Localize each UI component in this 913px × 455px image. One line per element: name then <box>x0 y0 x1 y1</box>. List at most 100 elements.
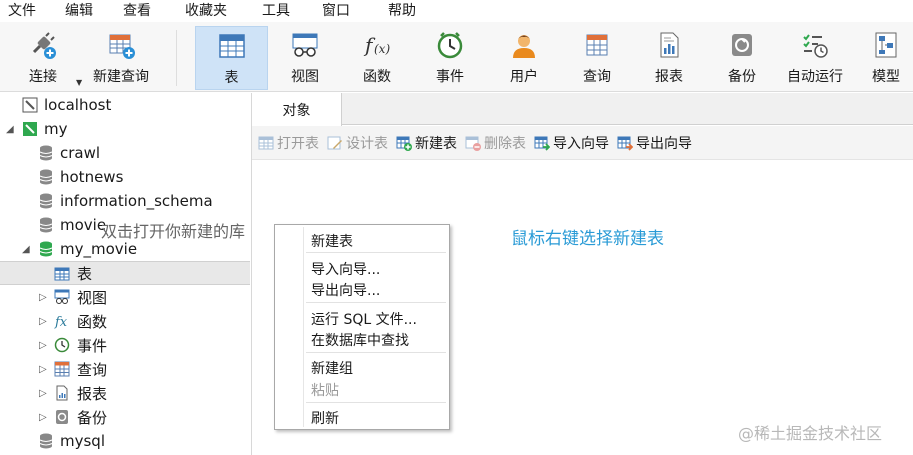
import-wizard-button[interactable]: 导入向导 <box>534 133 609 153</box>
open-table-label: 打开表 <box>277 135 319 152</box>
event-tool-button[interactable]: 事件 <box>414 26 486 90</box>
ctx-find-in-database[interactable]: 在数据库中查找 <box>311 330 409 350</box>
design-table-icon <box>327 135 343 151</box>
open-table-button[interactable]: 打开表 <box>258 133 319 153</box>
table-icon <box>217 31 247 61</box>
connect-dropdown-icon[interactable]: ▼ <box>76 78 82 87</box>
new-query-button[interactable]: 新建查询 <box>88 26 154 90</box>
design-table-label: 设计表 <box>346 135 388 152</box>
tree-item-label: mysql <box>60 432 105 450</box>
expanded-caret-icon[interactable]: ◢ <box>6 124 14 135</box>
tree-item-mysql[interactable]: mysql <box>0 429 250 453</box>
collapsed-caret-icon[interactable]: ▷ <box>39 340 47 351</box>
database-icon <box>39 433 53 449</box>
model-icon <box>871 30 901 60</box>
user-tool-button[interactable]: 用户 <box>488 26 560 90</box>
ctx-import-wizard[interactable]: 导入向导... <box>311 259 380 279</box>
new-table-icon <box>396 135 412 151</box>
database-icon <box>39 169 53 185</box>
menu-help[interactable]: 帮助 <box>388 0 416 22</box>
backup-tool-label: 备份 <box>728 69 756 85</box>
function-tool-button[interactable]: f (x) 函数 <box>342 26 412 90</box>
ctx-new-table[interactable]: 新建表 <box>311 231 353 251</box>
double-click-hint: 双击打开你新建的库 <box>101 222 246 241</box>
export-wizard-button[interactable]: 导出向导 <box>617 133 692 153</box>
tree-item-events[interactable]: ▷ 事件 <box>0 333 250 357</box>
view-icon <box>290 30 320 60</box>
tab-objects[interactable]: 对象 <box>252 93 342 126</box>
query-icon <box>54 361 70 377</box>
ctx-refresh[interactable]: 刷新 <box>311 408 339 428</box>
main-toolbar: 连接 ▼ 新建查询 表 视图 f (x) 函数 事件 用户 查询 报表 备份 自… <box>0 22 913 92</box>
clock-icon <box>435 30 465 60</box>
view-icon <box>54 289 70 304</box>
connect-label: 连接 <box>29 69 57 85</box>
tree-item-label: hotnews <box>60 168 124 186</box>
ctx-export-wizard[interactable]: 导出向导... <box>311 280 380 300</box>
collapsed-caret-icon[interactable]: ▷ <box>39 316 47 327</box>
collapsed-caret-icon[interactable]: ▷ <box>39 292 47 303</box>
tree-item-label: movie <box>60 216 107 234</box>
ctx-paste[interactable]: 粘贴 <box>311 380 339 400</box>
connection-online-icon <box>23 122 37 136</box>
tree-item-views[interactable]: ▷ 视图 <box>0 285 250 309</box>
menu-file[interactable]: 文件 <box>8 0 36 22</box>
tree-item-my[interactable]: ◢ my <box>0 117 250 141</box>
menu-favorites[interactable]: 收藏夹 <box>185 0 227 22</box>
collapsed-caret-icon[interactable]: ▷ <box>39 412 47 423</box>
automation-tool-button[interactable]: 自动运行 <box>780 26 850 90</box>
model-tool-button[interactable]: 模型 <box>856 26 913 90</box>
table-tool-button[interactable]: 表 <box>195 26 268 90</box>
delete-table-button[interactable]: 删除表 <box>465 133 526 153</box>
query-tool-button[interactable]: 查询 <box>562 26 632 90</box>
navigation-tree: localhost ◢ my crawl hotnews information… <box>0 93 252 455</box>
ctx-run-sql-file[interactable]: 运行 SQL 文件... <box>311 309 417 329</box>
tree-item-reports[interactable]: ▷ 报表 <box>0 381 250 405</box>
tree-item-hotnews[interactable]: hotnews <box>0 165 250 189</box>
backup-icon <box>727 30 757 60</box>
database-open-icon <box>39 241 53 257</box>
export-wizard-label: 导出向导 <box>636 135 692 152</box>
tree-item-functions[interactable]: ▷ fx 函数 <box>0 309 250 333</box>
new-table-button[interactable]: 新建表 <box>396 133 457 153</box>
ctx-new-group[interactable]: 新建组 <box>311 358 353 378</box>
object-toolbar: 打开表 设计表 新建表 删除表 导入向导 导出向导 <box>252 126 913 160</box>
backup-tool-button[interactable]: 备份 <box>706 26 778 90</box>
menu-window[interactable]: 窗口 <box>322 0 350 22</box>
user-icon <box>509 30 539 60</box>
tree-item-crawl[interactable]: crawl <box>0 141 250 165</box>
plug-icon <box>28 30 58 60</box>
ctx-separator <box>306 402 446 403</box>
view-tool-button[interactable]: 视图 <box>270 26 340 90</box>
collapsed-caret-icon[interactable]: ▷ <box>39 364 47 375</box>
tree-item-label: 表 <box>77 264 93 283</box>
import-wizard-label: 导入向导 <box>553 135 609 152</box>
new-query-icon <box>106 30 136 60</box>
menu-tools[interactable]: 工具 <box>262 0 290 22</box>
tree-item-label: 函数 <box>77 312 108 331</box>
expanded-caret-icon[interactable]: ◢ <box>22 244 30 255</box>
delete-table-label: 删除表 <box>484 135 526 152</box>
delete-table-icon <box>465 135 481 151</box>
collapsed-caret-icon[interactable]: ▷ <box>39 388 47 399</box>
tree-item-queries[interactable]: ▷ 查询 <box>0 357 250 381</box>
event-tool-label: 事件 <box>436 69 464 85</box>
tree-item-tables[interactable]: 表 <box>0 261 250 285</box>
function-tool-label: 函数 <box>363 69 391 85</box>
backup-icon <box>56 410 68 424</box>
report-tool-button[interactable]: 报表 <box>634 26 704 90</box>
connect-button[interactable]: 连接 <box>14 26 72 90</box>
view-tool-label: 视图 <box>291 69 319 85</box>
svg-text:(x): (x) <box>374 42 390 56</box>
tree-item-localhost[interactable]: localhost <box>0 93 250 117</box>
automation-tool-label: 自动运行 <box>787 69 843 85</box>
menu-view[interactable]: 查看 <box>123 0 151 22</box>
menu-edit[interactable]: 编辑 <box>65 0 93 22</box>
context-menu-gutter <box>303 227 304 427</box>
ctx-separator <box>306 302 446 303</box>
tree-item-information-schema[interactable]: information_schema <box>0 189 250 213</box>
tree-item-label: 备份 <box>77 408 108 427</box>
ctx-separator <box>306 352 446 353</box>
design-table-button[interactable]: 设计表 <box>327 133 388 153</box>
tree-item-backups[interactable]: ▷ 备份 <box>0 405 250 429</box>
